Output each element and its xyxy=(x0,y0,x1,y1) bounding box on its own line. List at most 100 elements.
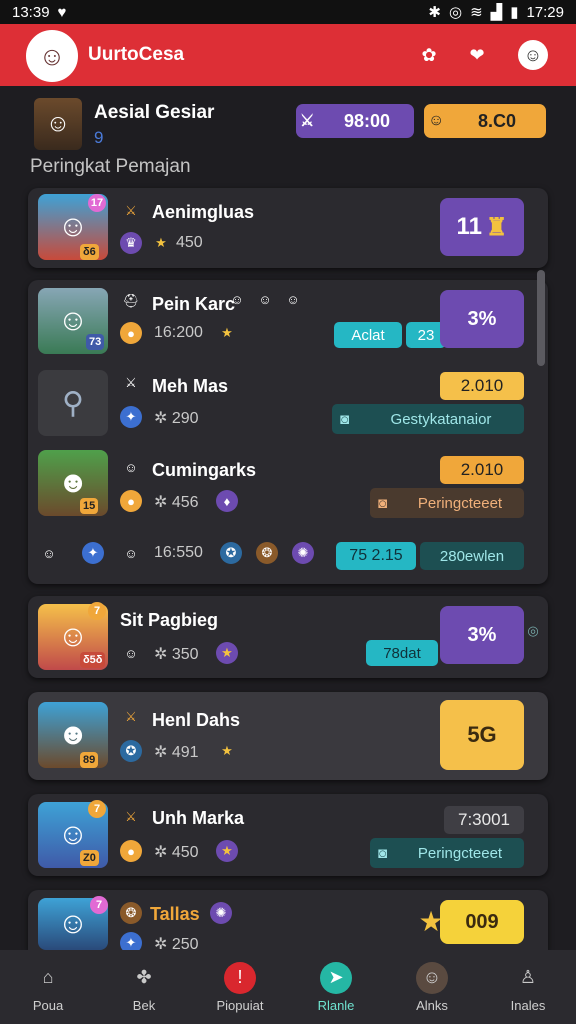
gem-icon: ♛ xyxy=(120,232,142,254)
star-icon: ★ xyxy=(221,743,233,758)
score-box-value: 11 xyxy=(456,213,482,240)
percent-box[interactable]: 3% xyxy=(440,606,524,664)
player-name: Pein Karc xyxy=(152,294,236,314)
weapon-icon: ⚔ xyxy=(300,113,315,130)
level-badge: δ5δ xyxy=(80,652,106,668)
leaderboard-card[interactable]: ☺ 7 ❂ Tallas ✺ ✦ ✲ 250 ★ 009 xyxy=(28,890,548,954)
star-icon: ★ xyxy=(216,642,238,664)
player-score-value: 450 xyxy=(171,844,199,861)
nav-label: Inales xyxy=(510,997,546,1013)
status-chip[interactable]: Aclat xyxy=(334,322,402,348)
friend-avatar-icon: ☺ xyxy=(230,291,244,307)
avatar-icon: ☺ xyxy=(416,961,448,994)
target-icon[interactable]: ◎ xyxy=(522,620,544,642)
settings-icon[interactable]: ✿ xyxy=(414,40,444,70)
friend-avatar-icon: ☺ xyxy=(124,545,138,561)
sword-icon: ⚔ xyxy=(125,709,137,724)
score-pill[interactable]: 2.010 xyxy=(440,372,524,400)
score-pill-orange[interactable]: ☺ 8.C0 xyxy=(424,104,546,138)
coin-icon: ● xyxy=(120,840,142,862)
battery-icon: ▮ xyxy=(510,4,519,21)
home-icon: ⌂ xyxy=(42,967,54,987)
player-rank: 9 xyxy=(94,128,104,147)
rank-badge: 7 xyxy=(88,602,106,620)
friend-avatar-icon: ☺ xyxy=(124,645,138,661)
user-avatar-icon[interactable]: ☺ xyxy=(518,40,548,70)
rank-badge: 17 xyxy=(88,194,106,212)
status-chip[interactable]: ◙ Peringcteeet xyxy=(370,488,524,518)
score-pill[interactable]: 7:3001 xyxy=(444,806,524,834)
avatar-icon: ☺ xyxy=(428,112,445,129)
player-score: 16:200 xyxy=(154,324,203,341)
compass-icon: ✪ xyxy=(120,740,142,762)
profile-avatar[interactable]: ☺ xyxy=(26,30,78,82)
app-title: UurtoCesa xyxy=(88,44,185,65)
score-pill-purple[interactable]: ⚔ 98:00 xyxy=(296,104,414,138)
nav-label: Piopuiat xyxy=(216,997,264,1013)
helmet-icon: ⛑ xyxy=(122,293,140,308)
player-score-value: 290 xyxy=(171,410,199,427)
compass-icon: ✪ xyxy=(220,542,242,564)
player-score-value: 491 xyxy=(171,744,199,761)
chat-icon[interactable]: ❤ xyxy=(462,40,492,70)
current-player-card[interactable]: ☺ Aesial Gesiar 9 ⚔ 98:00 ☺ 8.C0 xyxy=(28,90,548,156)
player-score: ✲ 290 xyxy=(154,410,199,427)
player-name: Meh Mas xyxy=(152,376,229,396)
app-bar: ☺ UurtoCesa ✿ ❤ ☺ xyxy=(0,24,576,86)
status-chip[interactable]: ◙ Peringcteeet xyxy=(370,838,524,868)
leaderboard-card[interactable]: ☺ 7 Z0 ⚔ Unh Marka ● ✲ 450 ★ 7:3001 ◙ Pe… xyxy=(28,794,548,876)
badge-icon: ◙ xyxy=(378,844,388,862)
bottom-navigation: ⌂ Poua ✤ Bek ! Piopuiat ➤ Rlanle ☺ Alnks… xyxy=(0,950,576,1024)
status-time-right: 17:29 xyxy=(526,3,564,21)
sword-icon: ⚔ xyxy=(125,809,137,824)
score-box[interactable]: 11 ♜ xyxy=(440,198,524,256)
trophy-icon: ♜ xyxy=(485,213,508,241)
level-badge: 73 xyxy=(86,334,105,350)
player-name: Unh Marka xyxy=(152,808,245,828)
player-score: 450 xyxy=(176,234,203,251)
coin-icon: ● xyxy=(120,322,142,344)
score-value: 98:00 xyxy=(343,110,391,131)
player-score: 16:550 xyxy=(154,544,203,561)
status-chip[interactable]: ◙ Gestykatanaior xyxy=(332,404,524,434)
leaderboard-card[interactable]: ☻ 89 ⚔ Henl Dahs ✪ ✲ 491 ★ 5G xyxy=(28,692,548,780)
score-box[interactable]: 009 xyxy=(440,900,524,944)
nav-alert[interactable]: ! Piopuiat xyxy=(200,961,280,1013)
nav-home[interactable]: ⌂ Poua xyxy=(8,962,88,1013)
status-chip-label: Peringcteeet xyxy=(417,844,503,862)
wifi-icon: ≋ xyxy=(470,4,483,21)
nav-label: Bek xyxy=(132,997,156,1013)
status-bar: 13:39 ♥ ✱ ◎ ≋ ▟ ▮ 17:29 xyxy=(0,0,576,24)
percent-box[interactable]: 3% xyxy=(440,290,524,348)
player-score-value: 456 xyxy=(171,494,199,511)
score-box[interactable]: 5G xyxy=(440,700,524,770)
nav-friends[interactable]: ☺ Alnks xyxy=(392,961,472,1013)
level-badge: δ6 xyxy=(80,244,99,260)
alarm-icon: ◎ xyxy=(448,4,463,21)
star-icon: ★ xyxy=(221,325,233,340)
status-chip[interactable]: 280ewlen xyxy=(420,542,524,570)
section-title: Peringkat Pemajan xyxy=(30,156,191,177)
nav-puzzle[interactable]: ✤ Bek xyxy=(104,962,184,1013)
nav-profile[interactable]: ♙ Inales xyxy=(488,962,568,1013)
gem-icon: ♦ xyxy=(216,490,238,512)
status-chip[interactable]: 78dat xyxy=(366,640,438,666)
scrollbar[interactable] xyxy=(537,270,545,366)
player-score-value: 350 xyxy=(171,646,199,663)
status-chip-label: Peringcteeet xyxy=(417,494,503,512)
score-pill[interactable]: 2.010 xyxy=(440,456,524,484)
nav-label: Rlanle xyxy=(317,997,355,1013)
status-time-left: 13:39 xyxy=(12,3,50,21)
gun-icon: ⚔ xyxy=(125,375,137,390)
leaderboard-group-card: ☺ 73 ⛑ Pein Karc ☺ ☺ ☺ ● ★ 16:200 Aclat … xyxy=(28,280,548,584)
friend-avatar-icon: ☺ xyxy=(258,291,272,307)
medal-icon: ❂ xyxy=(120,902,142,924)
bluetooth-icon: ✱ xyxy=(428,4,441,21)
status-chip[interactable]: 75 2.15 xyxy=(336,542,416,570)
player-name: Aenimgluas xyxy=(152,202,255,222)
star-icon: ★ xyxy=(216,840,238,862)
gem-icon: ✺ xyxy=(292,542,314,564)
leaderboard-card[interactable]: ☺ 7 δ5δ Sit Pagbieg ☺ ✲ 350 ★ 78dat 3% ◎ xyxy=(28,596,548,678)
nav-send[interactable]: ➤ Rlanle xyxy=(296,961,376,1013)
leaderboard-card[interactable]: ☺ 17 δ6 ⚔ Aenimgluas ♛ ★ 450 11 ♜ xyxy=(28,188,548,268)
